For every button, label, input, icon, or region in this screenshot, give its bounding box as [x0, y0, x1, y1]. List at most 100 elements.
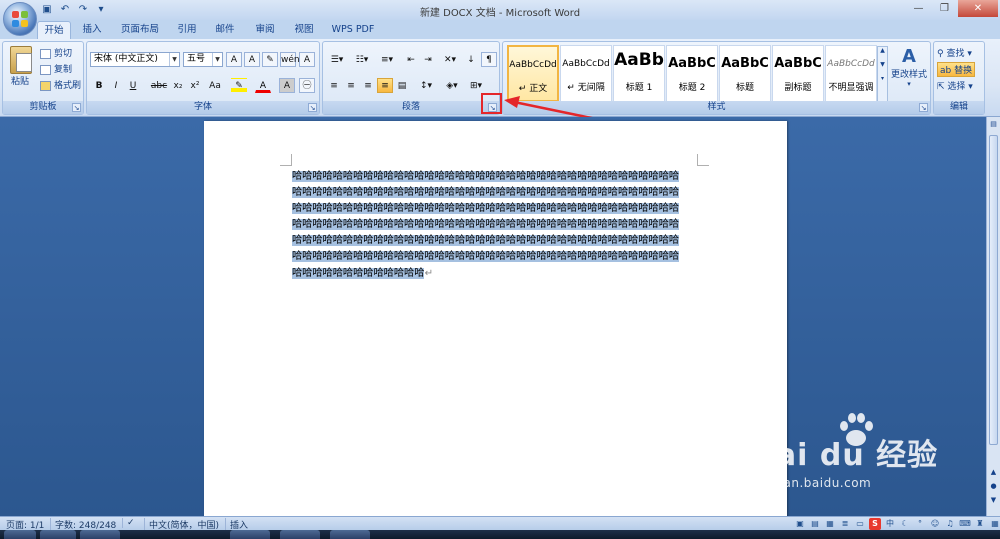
keyboard-icon[interactable]: ⌨ — [959, 518, 971, 530]
style-title[interactable]: AaBbC 标题 — [719, 45, 771, 102]
style-normal[interactable]: AaBbCcDd ↵ 正文 — [507, 45, 559, 102]
tab-references[interactable]: 引用 — [170, 21, 204, 39]
style-heading-2[interactable]: AaBbC 标题 2 — [666, 45, 718, 102]
shirt-icon[interactable]: ♜ — [974, 518, 986, 530]
clear-format-button[interactable]: ✎ — [262, 52, 278, 67]
align-right-button[interactable]: ≡ — [360, 78, 376, 93]
char-border-button[interactable]: A — [299, 52, 315, 67]
tab-view[interactable]: 视图 — [287, 21, 321, 39]
decrease-indent-button[interactable]: ⇤ — [403, 52, 419, 67]
taskbar-item[interactable] — [40, 530, 76, 539]
styles-gallery-scroll[interactable]: ▲ ▼ ▾ — [877, 46, 888, 102]
tab-page-layout[interactable]: 页面布局 — [114, 21, 166, 39]
chevron-down-icon[interactable]: ▼ — [169, 53, 179, 66]
char-shading-button[interactable]: A — [279, 78, 295, 93]
cut-button[interactable]: 剪切 — [40, 46, 72, 59]
borders-button[interactable]: ⊞▾ — [465, 78, 487, 93]
superscript-button[interactable]: x² — [187, 78, 203, 93]
grow-font-button[interactable]: A — [226, 52, 242, 67]
taskbar-item[interactable] — [230, 530, 270, 539]
chinese-layout-button[interactable]: ✕▾ — [439, 52, 461, 67]
sort-button[interactable]: ↓ — [463, 52, 479, 67]
moon-icon[interactable]: ☾ — [899, 518, 911, 530]
maximize-button[interactable]: ❐ — [932, 0, 957, 17]
distributed-button[interactable]: ▤ — [394, 78, 410, 93]
copy-button[interactable]: 复制 — [40, 62, 72, 75]
taskbar-item[interactable] — [80, 530, 120, 539]
shrink-font-button[interactable]: A — [244, 52, 260, 67]
sogou-ime-icon[interactable]: S — [869, 517, 881, 530]
multilevel-list-button[interactable]: ≡▾ — [376, 52, 398, 67]
tab-mailings[interactable]: 邮件 — [208, 21, 242, 39]
start-button[interactable] — [4, 530, 36, 539]
select-button[interactable]: ⇱ 选择 ▾ — [937, 79, 973, 92]
chevron-down-icon[interactable]: ▼ — [212, 53, 222, 66]
view-print-icon[interactable]: ▣ — [794, 518, 806, 530]
change-case-button[interactable]: Aa — [205, 78, 225, 93]
change-styles-button[interactable]: A 更改样式 ▾ — [890, 46, 928, 88]
proofing-icon[interactable]: ✓ — [122, 518, 135, 528]
numbering-button[interactable]: ☷▾ — [351, 52, 373, 67]
view-web-icon[interactable]: ▦ — [824, 518, 836, 530]
font-name-combo[interactable]: 宋体 (中文正文) ▼ — [90, 52, 180, 67]
increase-indent-button[interactable]: ⇥ — [420, 52, 436, 67]
font-size-combo[interactable]: 五号 ▼ — [183, 52, 223, 67]
clipboard-dialog-launcher[interactable]: ↘ — [72, 103, 81, 112]
subscript-button[interactable]: x₂ — [170, 78, 186, 93]
strikethrough-button[interactable]: abc — [149, 78, 169, 93]
underline-button[interactable]: U — [125, 78, 141, 93]
italic-button[interactable]: I — [108, 78, 124, 93]
font-dialog-launcher[interactable]: ↘ — [308, 103, 317, 112]
prev-page-icon[interactable]: ▲ — [988, 467, 999, 478]
style-subtle-emphasis[interactable]: AaBbCcDd 不明显强调 — [825, 45, 877, 102]
paste-button[interactable]: 粘贴 — [11, 74, 29, 87]
enclose-char-button[interactable]: ㊀ — [299, 78, 315, 93]
close-button[interactable]: ✕ — [958, 0, 998, 17]
view-draft-icon[interactable]: ▭ — [854, 518, 866, 530]
chevron-down-icon: ▾ — [907, 80, 911, 88]
find-button[interactable]: ⚲ 查找 ▾ — [937, 46, 972, 59]
style-heading-1[interactable]: AaBb 标题 1 — [613, 45, 665, 102]
next-page-icon[interactable]: ▼ — [988, 495, 999, 506]
tab-wps-pdf[interactable]: WPS PDF — [328, 21, 378, 39]
ruler-toggle-icon[interactable]: ▤ — [988, 119, 999, 130]
scrollbar-thumb[interactable] — [989, 135, 998, 445]
highlight-button[interactable]: ✎ — [231, 78, 247, 93]
taskbar-item[interactable] — [280, 530, 320, 539]
taskbar — [0, 530, 1000, 539]
mic-icon[interactable]: ♫ — [944, 518, 956, 530]
replace-label: 替换 — [954, 66, 973, 76]
show-marks-button[interactable]: ¶ — [481, 52, 497, 67]
taskbar-item[interactable] — [330, 530, 370, 539]
browse-object-icon[interactable]: ● — [988, 481, 999, 492]
view-read-icon[interactable]: ▤ — [809, 518, 821, 530]
vertical-scrollbar[interactable]: ▤ ▲ ● ▼ — [986, 117, 1000, 516]
change-styles-label: 更改样式 — [890, 70, 927, 80]
punct-icon[interactable]: ° — [914, 518, 926, 530]
minimize-button[interactable]: — — [906, 0, 931, 17]
format-painter-button[interactable]: 格式刷 — [40, 78, 81, 91]
align-center-button[interactable]: ≡ — [343, 78, 359, 93]
style-no-spacing[interactable]: AaBbCcDd ↵ 无间隔 — [560, 45, 612, 102]
bold-button[interactable]: B — [91, 78, 107, 93]
shading-button[interactable]: ◈▾ — [441, 78, 463, 93]
view-outline-icon[interactable]: ≣ — [839, 518, 851, 530]
tab-review[interactable]: 审阅 — [248, 21, 282, 39]
document-text[interactable]: 哈哈哈哈哈哈哈哈哈哈哈哈哈哈哈哈哈哈哈哈哈哈哈哈哈哈哈哈哈哈哈哈哈哈哈哈哈哈 哈… — [292, 169, 698, 282]
paste-icon[interactable] — [10, 46, 32, 74]
font-color-button[interactable]: A — [255, 78, 271, 93]
ime-mode[interactable]: 中 — [884, 518, 896, 530]
line-spacing-button[interactable]: ↕▾ — [415, 78, 437, 93]
styles-dialog-launcher[interactable]: ↘ — [919, 103, 928, 112]
style-subtitle[interactable]: AaBbC 副标题 — [772, 45, 824, 102]
justify-button[interactable]: ≡ — [377, 78, 393, 93]
smile-icon[interactable]: ☺ — [929, 518, 941, 530]
grid-icon[interactable]: ▦ — [989, 518, 1000, 530]
bullets-button[interactable]: ☰▾ — [326, 52, 348, 67]
office-button[interactable] — [3, 2, 37, 36]
tab-insert[interactable]: 插入 — [76, 21, 108, 39]
replace-button[interactable]: ab 替换 — [937, 62, 976, 77]
phonetic-guide-button[interactable]: wén — [280, 52, 300, 67]
tab-home[interactable]: 开始 — [37, 21, 71, 39]
align-left-button[interactable]: ≡ — [326, 78, 342, 93]
